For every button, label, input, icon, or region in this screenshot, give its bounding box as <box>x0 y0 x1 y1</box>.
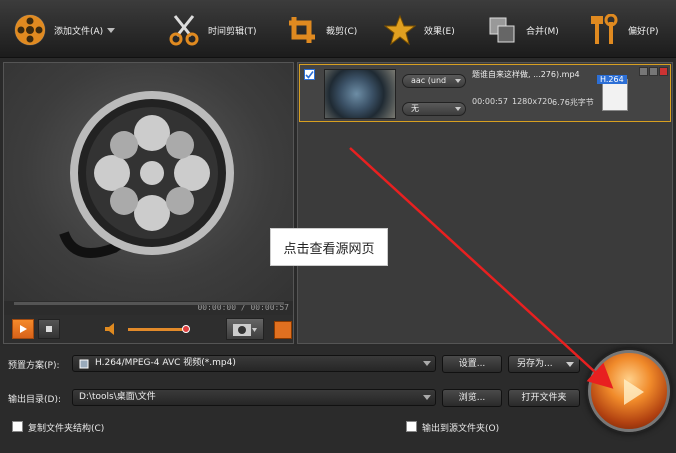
output-settings: 预置方案(P): H.264/MPEG-4 AVC 视频(*.mp4) 设置..… <box>0 346 676 453</box>
output-dir-label: 输出目录(D): <box>8 395 61 405</box>
clip-label: 时间剪辑(T) <box>208 26 257 37</box>
video-preview <box>4 63 293 301</box>
copy-structure-label: 复制文件夹结构(C) <box>28 424 105 434</box>
film-reel-logo-icon <box>59 91 234 258</box>
preferences-button[interactable]: 偏好(P) <box>586 10 658 50</box>
tools-icon <box>586 12 622 48</box>
preferences-label: 偏好(P) <box>628 26 659 37</box>
volume-slider-handle[interactable] <box>182 325 190 333</box>
save-as-button[interactable]: 另存为... <box>508 355 580 373</box>
play-icon <box>20 325 27 333</box>
file-name: 题谁自来这样做, ...276).mp4 <box>472 70 580 79</box>
settings-button[interactable]: 设置... <box>442 355 502 373</box>
chevron-down-icon <box>423 395 431 400</box>
info-icon[interactable] <box>639 67 648 76</box>
merge-button[interactable]: 合并(M) <box>484 10 559 50</box>
crop-icon <box>284 12 320 48</box>
seek-bar[interactable] <box>14 302 284 305</box>
effects-label: 效果(E) <box>424 26 455 37</box>
scissors-icon <box>166 12 202 48</box>
checkmark-icon <box>305 71 314 79</box>
convert-button[interactable] <box>588 350 670 432</box>
file-size: 6.76兆字节 <box>552 98 594 107</box>
chevron-down-icon <box>423 361 431 366</box>
play-button[interactable] <box>12 319 34 339</box>
codec-badge: H.264 <box>597 75 627 84</box>
file-resolution: 1280x720 <box>512 97 553 106</box>
video-thumbnail <box>324 69 396 119</box>
video-file-icon <box>79 359 89 369</box>
star-icon <box>382 12 418 48</box>
stop-button[interactable] <box>38 319 60 339</box>
file-item-actions <box>639 67 668 76</box>
film-reel-icon <box>12 12 48 48</box>
file-duration: 00:00:57 <box>472 97 508 106</box>
copy-structure-checkbox[interactable] <box>12 421 23 432</box>
file-list: aac (und 无 题谁自来这样做, ...276).mp4 00:00:57… <box>297 62 673 344</box>
chevron-down-icon <box>455 107 461 111</box>
volume-slider[interactable] <box>128 328 186 331</box>
crop-label: 裁剪(C) <box>326 26 358 37</box>
snapshot-button[interactable] <box>226 318 264 340</box>
preset-label: 预置方案(P): <box>8 361 60 371</box>
chevron-down-icon <box>455 79 461 83</box>
clip-button[interactable]: 时间剪辑(T) <box>166 10 257 50</box>
output-to-source-checkbox[interactable] <box>406 421 417 432</box>
crop-button[interactable]: 裁剪(C) <box>284 10 357 50</box>
audio-track-dropdown[interactable]: aac (und <box>402 74 466 88</box>
volume-icon[interactable] <box>104 322 120 336</box>
chevron-down-icon <box>566 362 574 367</box>
stop-icon <box>46 326 52 332</box>
camera-icon <box>233 324 257 336</box>
edit-icon[interactable] <box>649 67 658 76</box>
chevron-down-icon[interactable] <box>107 27 116 33</box>
merge-label: 合并(M) <box>526 26 559 37</box>
add-file-label: 添加文件(A) <box>54 26 104 37</box>
subtitle-value: 无 <box>411 104 419 113</box>
browse-button[interactable]: 浏览... <box>442 389 502 407</box>
output-dir-select[interactable]: D:\tools\桌面\文件 <box>72 389 436 406</box>
open-folder-button[interactable]: 打开文件夹 <box>508 389 580 407</box>
fullscreen-button[interactable] <box>274 321 292 339</box>
output-dir-value: D:\tools\桌面\文件 <box>79 392 156 402</box>
subtitle-dropdown[interactable]: 无 <box>402 102 466 116</box>
close-icon[interactable] <box>659 67 668 76</box>
view-source-tooltip[interactable]: 点击查看源网页 <box>270 228 388 266</box>
file-checkbox[interactable] <box>304 69 315 80</box>
preset-value: H.264/MPEG-4 AVC 视频(*.mp4) <box>95 358 236 368</box>
audio-track-value: aac (und <box>411 76 447 85</box>
file-item[interactable]: aac (und 无 题谁自来这样做, ...276).mp4 00:00:57… <box>299 64 671 122</box>
preset-select[interactable]: H.264/MPEG-4 AVC 视频(*.mp4) <box>72 355 436 372</box>
save-as-label: 另存为... <box>517 359 553 369</box>
preview-panel: 00:00:00 / 00:00:57 <box>3 62 294 344</box>
add-file-button[interactable]: 添加文件(A) <box>12 10 116 50</box>
effects-button[interactable]: 效果(E) <box>382 10 455 50</box>
player-controls <box>4 315 293 343</box>
merge-icon <box>484 12 520 48</box>
output-to-source-label: 输出到源文件夹(O) <box>422 424 500 434</box>
toolbar: 添加文件(A) 时间剪辑(T) 裁剪(C) 效果(E) 合并(M) 偏好(P) <box>0 0 676 58</box>
